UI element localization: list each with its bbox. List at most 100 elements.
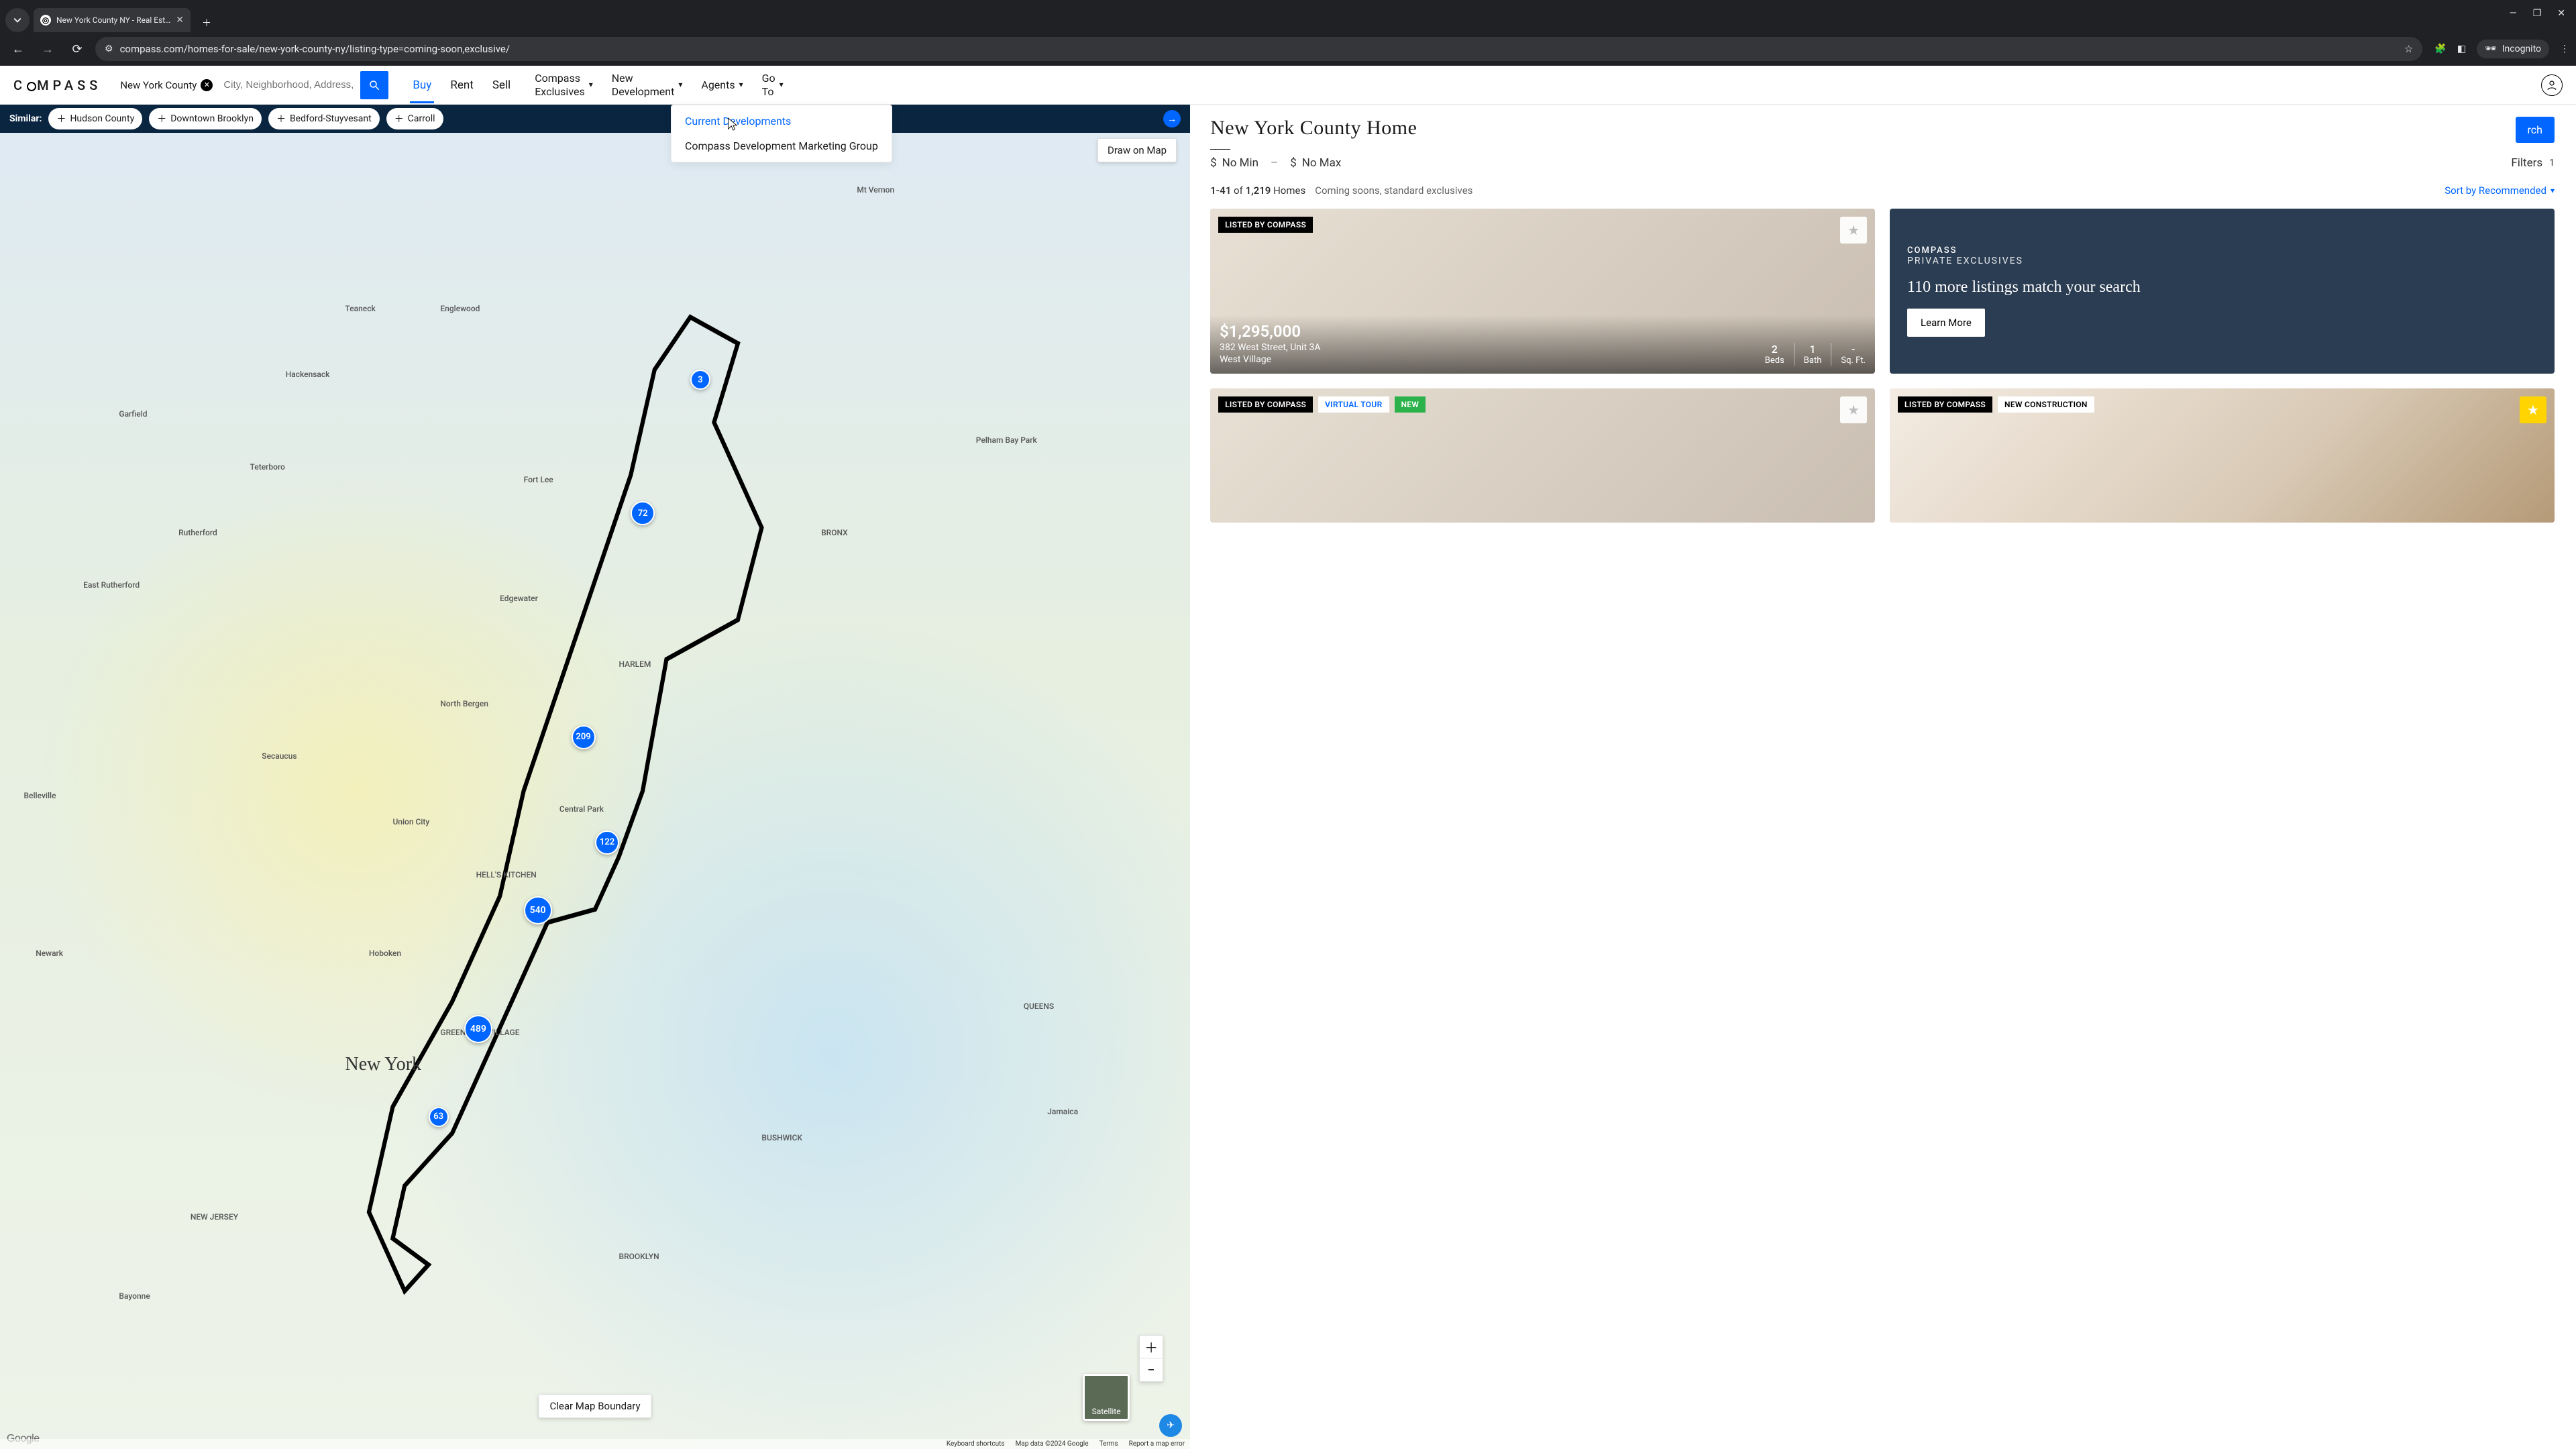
map-place-label: BUSHWICK: [761, 1133, 802, 1142]
search-input[interactable]: [219, 79, 360, 91]
results-panel: rch New York County Home $No Min – $No M…: [1190, 105, 2576, 1449]
mode-tabs: Buy Rent Sell: [410, 68, 513, 103]
tab-buy[interactable]: Buy: [410, 68, 434, 103]
title-underline: [1210, 149, 1230, 150]
chevron-down-icon: ▾: [739, 80, 743, 89]
map-keyboard-shortcuts-link[interactable]: Keyboard shortcuts: [947, 1440, 1005, 1448]
map-cluster-marker[interactable]: 122: [595, 830, 619, 855]
menu-label: Exclusives: [535, 85, 585, 98]
bookmark-star-icon[interactable]: ☆: [2404, 43, 2413, 55]
menu-go-to[interactable]: GoTo ▾: [762, 72, 784, 97]
filters-label: Filters: [2511, 156, 2542, 170]
stat-label: Bath: [1804, 356, 1822, 366]
incognito-label: Incognito: [2502, 44, 2541, 54]
dropdown-item-current-developments[interactable]: Current Developments: [685, 115, 878, 127]
map-place-label: North Bergen: [440, 699, 488, 708]
address-bar[interactable]: ⚙ compass.com/homes-for-sale/new-york-co…: [95, 37, 2422, 61]
promo-learn-more-button[interactable]: Learn More: [1907, 309, 1985, 337]
listing-card[interactable]: LISTED BY COMPASS VIRTUAL TOUR NEW ★: [1210, 388, 1875, 523]
similar-pill[interactable]: ＋Downtown Brooklyn: [149, 108, 262, 129]
search-submit-button[interactable]: [360, 71, 388, 99]
similar-pill[interactable]: ＋Carroll: [386, 108, 443, 129]
map-place-label: Pelham Bay Park: [976, 435, 1037, 445]
chevron-down-icon: [13, 16, 21, 24]
map-cluster-marker[interactable]: 3: [690, 370, 710, 390]
satellite-toggle[interactable]: Satellite: [1083, 1374, 1130, 1421]
map-place-label: Central Park: [559, 804, 604, 814]
map-cluster-marker[interactable]: 489: [464, 1015, 492, 1043]
map-canvas[interactable]: Draw on Map New York Clear Map Boundary …: [0, 133, 1190, 1449]
location-clear-button[interactable]: ✕: [201, 79, 213, 91]
menu-label: New: [612, 72, 675, 85]
favorite-button[interactable]: ★: [2520, 396, 2546, 423]
price-max[interactable]: $No Max: [1290, 156, 1341, 170]
clear-boundary-button[interactable]: Clear Map Boundary: [538, 1394, 651, 1418]
site-settings-icon[interactable]: ⚙: [105, 44, 113, 54]
map-cluster-marker[interactable]: 209: [572, 725, 596, 749]
zoom-out-button[interactable]: −: [1140, 1358, 1163, 1381]
map-place-label: Union City: [392, 817, 429, 826]
menu-label: Development: [612, 85, 675, 98]
dropdown-item-marketing-group[interactable]: Compass Development Marketing Group: [685, 140, 878, 152]
save-search-button[interactable]: rch: [2516, 117, 2555, 143]
window-maximize-button[interactable]: ❐: [2533, 8, 2542, 19]
filters-button[interactable]: Filters 1: [2511, 156, 2555, 170]
favorite-button[interactable]: ★: [1840, 217, 1867, 244]
nav-forward-button[interactable]: →: [36, 38, 59, 60]
map-report-link[interactable]: Report a map error: [1129, 1440, 1185, 1448]
sort-button[interactable]: Sort by Recommended ▾: [2445, 184, 2555, 197]
tab-close-button[interactable]: ✕: [176, 15, 184, 25]
listing-card[interactable]: LISTED BY COMPASS ★ $1,295,000 382 West …: [1210, 209, 1875, 374]
sidepanel-icon[interactable]: ◧: [2457, 44, 2466, 54]
map-place-label: QUEENS: [1024, 1002, 1054, 1011]
browser-menu-button[interactable]: ⋮: [2560, 44, 2569, 54]
menu-new-development[interactable]: NewDevelopment ▾: [612, 72, 683, 97]
menu-compass-exclusives[interactable]: CompassExclusives ▾: [535, 72, 593, 97]
private-exclusives-promo[interactable]: COMPASS PRIVATE EXCLUSIVES 110 more list…: [1890, 209, 2555, 374]
results-total: 1,219: [1246, 184, 1271, 197]
similar-pill[interactable]: ＋Hudson County: [48, 108, 142, 129]
map-cluster-marker[interactable]: 540: [524, 896, 552, 924]
pill-label: Bedford-Stuyvesant: [290, 113, 372, 124]
transit-layer-button[interactable]: ✈: [1159, 1414, 1182, 1437]
listing-tag-virtual-tour: VIRTUAL TOUR: [1318, 396, 1389, 413]
map-cluster-marker[interactable]: 63: [429, 1107, 449, 1127]
menu-agents[interactable]: Agents ▾: [701, 78, 743, 91]
window-close-button[interactable]: ✕: [2557, 8, 2565, 19]
pill-label: Carroll: [408, 113, 435, 124]
pill-label: Downtown Brooklyn: [170, 113, 254, 124]
tab-search-button[interactable]: [5, 8, 30, 32]
favorite-button[interactable]: ★: [1840, 396, 1867, 423]
map-place-label: Teaneck: [345, 304, 375, 313]
similar-pill[interactable]: ＋Bedford-Stuyvesant: [268, 108, 380, 129]
tab-rent[interactable]: Rent: [447, 68, 476, 103]
similar-bar: Similar: ＋Hudson County ＋Downtown Brookl…: [0, 105, 1190, 133]
incognito-indicator[interactable]: 🕶 Incognito: [2477, 40, 2549, 58]
nav-reload-button[interactable]: ⟳: [66, 38, 89, 60]
map-cluster-marker[interactable]: 72: [631, 501, 655, 525]
price-min[interactable]: $No Min: [1210, 156, 1258, 170]
location-chip[interactable]: New York County ✕: [113, 79, 219, 91]
extensions-icon[interactable]: 🧩: [2434, 44, 2446, 54]
person-icon: [2546, 79, 2558, 91]
new-tab-button[interactable]: ＋: [197, 13, 216, 32]
map-terms-link[interactable]: Terms: [1099, 1440, 1118, 1448]
map-place-label: Hoboken: [369, 949, 401, 958]
listing-card[interactable]: LISTED BY COMPASS NEW CONSTRUCTION ★: [1890, 388, 2555, 523]
map-boundary-outline: [0, 133, 1190, 1449]
window-minimize-button[interactable]: —: [2510, 8, 2517, 19]
zoom-in-button[interactable]: ＋: [1140, 1336, 1163, 1358]
stat-label: Sq. Ft.: [1841, 356, 1866, 366]
draw-on-map-button[interactable]: Draw on Map: [1097, 138, 1177, 162]
browser-tab[interactable]: ◎ New York County NY - Real Est… ✕: [34, 8, 191, 32]
account-avatar-button[interactable]: [2541, 74, 2563, 96]
results-range: 1-41: [1210, 184, 1231, 197]
listing-tag-new: NEW: [1395, 396, 1426, 413]
chevron-down-icon: ▾: [589, 80, 593, 89]
tab-sell[interactable]: Sell: [490, 68, 513, 103]
compass-logo[interactable]: CMPASS: [13, 77, 101, 93]
similar-scroll-next[interactable]: →: [1163, 110, 1181, 127]
map-place-label: Hackensack: [286, 370, 330, 379]
nav-back-button[interactable]: ←: [7, 38, 30, 60]
browser-toolbar: ← → ⟳ ⚙ compass.com/homes-for-sale/new-y…: [0, 32, 2576, 66]
